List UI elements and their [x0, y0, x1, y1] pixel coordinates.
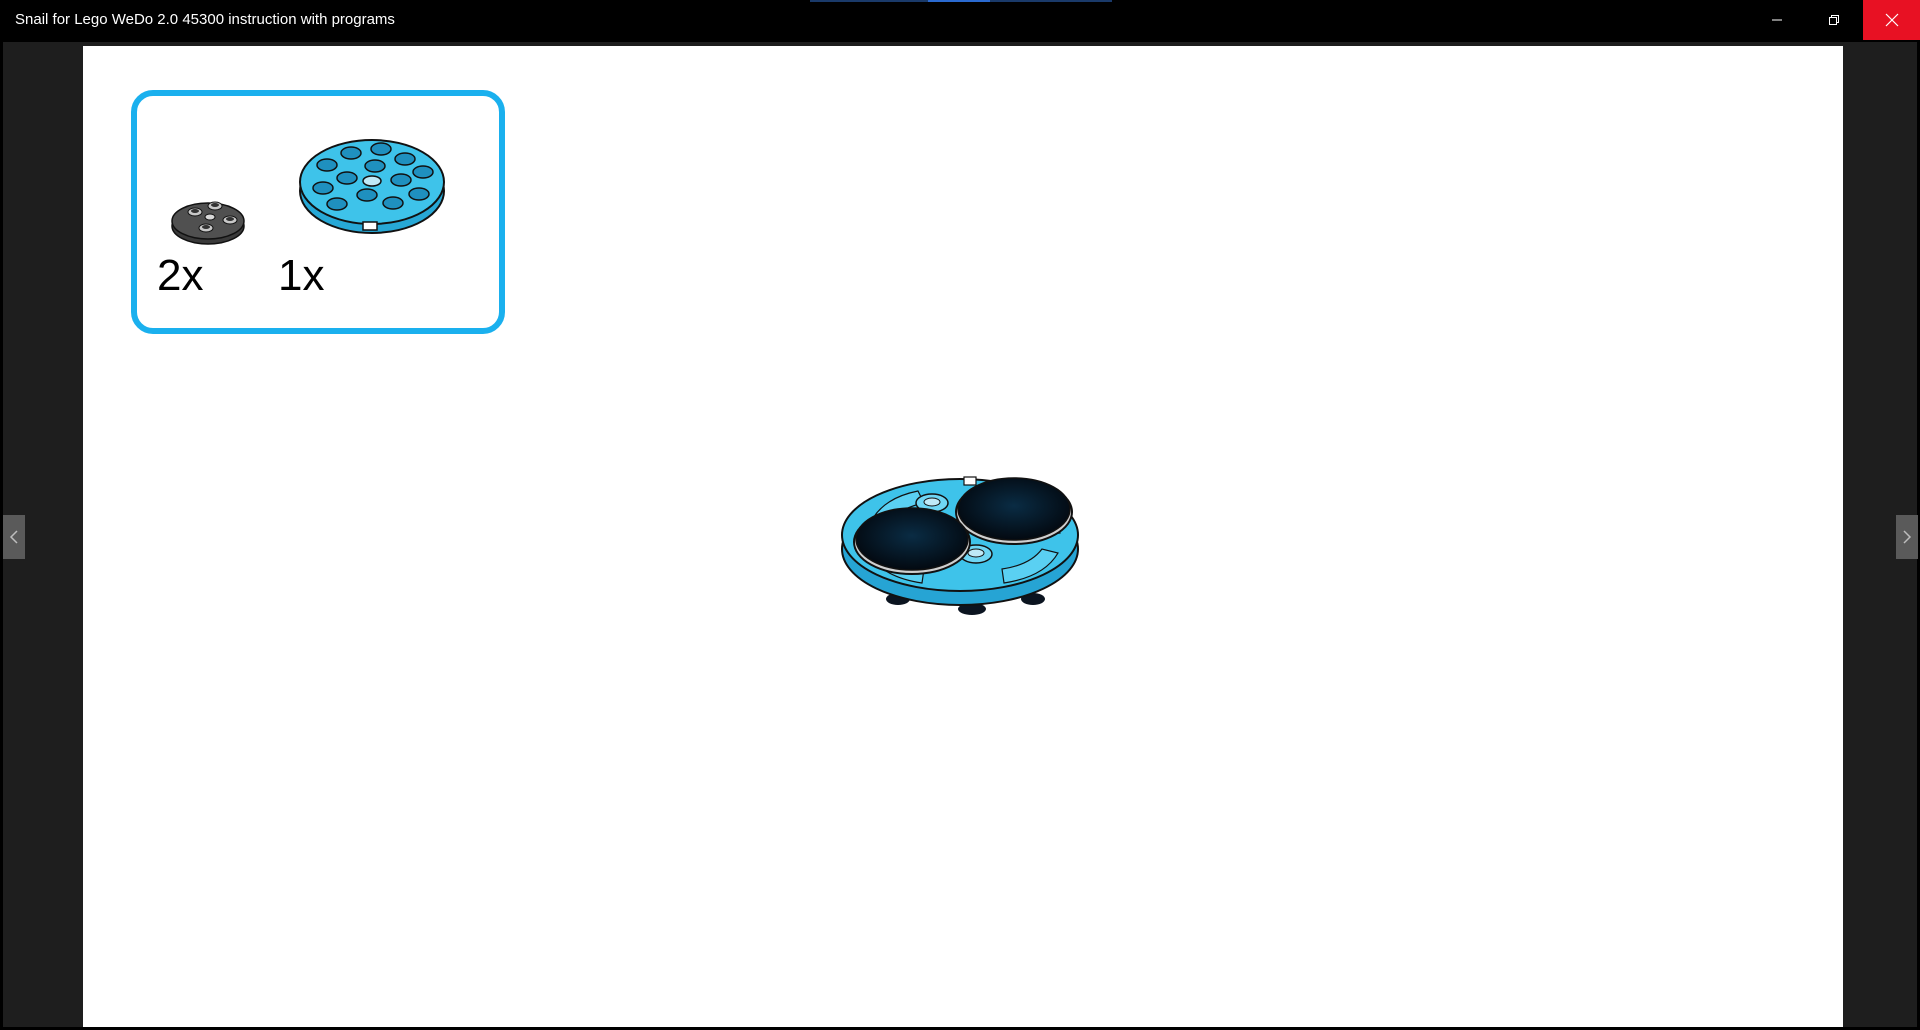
parts-list-box: 2x 1x [131, 90, 505, 334]
azure-round-plate-4x4-icon [299, 139, 445, 234]
previous-page-button[interactable] [3, 515, 25, 559]
restore-icon [1828, 15, 1839, 25]
chevron-right-icon [1903, 530, 1912, 544]
assembled-base-icon [841, 476, 1079, 615]
restore-button[interactable] [1805, 0, 1862, 40]
title-bar: Snail for Lego WeDo 2.0 45300 instructio… [0, 0, 1920, 40]
document-viewer: 2x 1x [3, 42, 1918, 1027]
next-page-button[interactable] [1896, 515, 1918, 559]
close-button[interactable] [1863, 0, 1920, 40]
window-title: Snail for Lego WeDo 2.0 45300 instructio… [15, 11, 395, 28]
minimize-button[interactable] [1748, 0, 1805, 40]
minimize-icon [1771, 19, 1782, 21]
part-quantity: 2x [157, 251, 204, 300]
title-bar-accent-active [928, 0, 990, 2]
black-round-plate-2x2-icon [171, 201, 245, 245]
part-quantity: 1x [278, 251, 325, 300]
chevron-left-icon [9, 530, 18, 544]
close-icon [1885, 13, 1898, 27]
app-content: 2x 1x [0, 40, 1920, 1030]
instruction-page: 2x 1x [83, 46, 1843, 1027]
